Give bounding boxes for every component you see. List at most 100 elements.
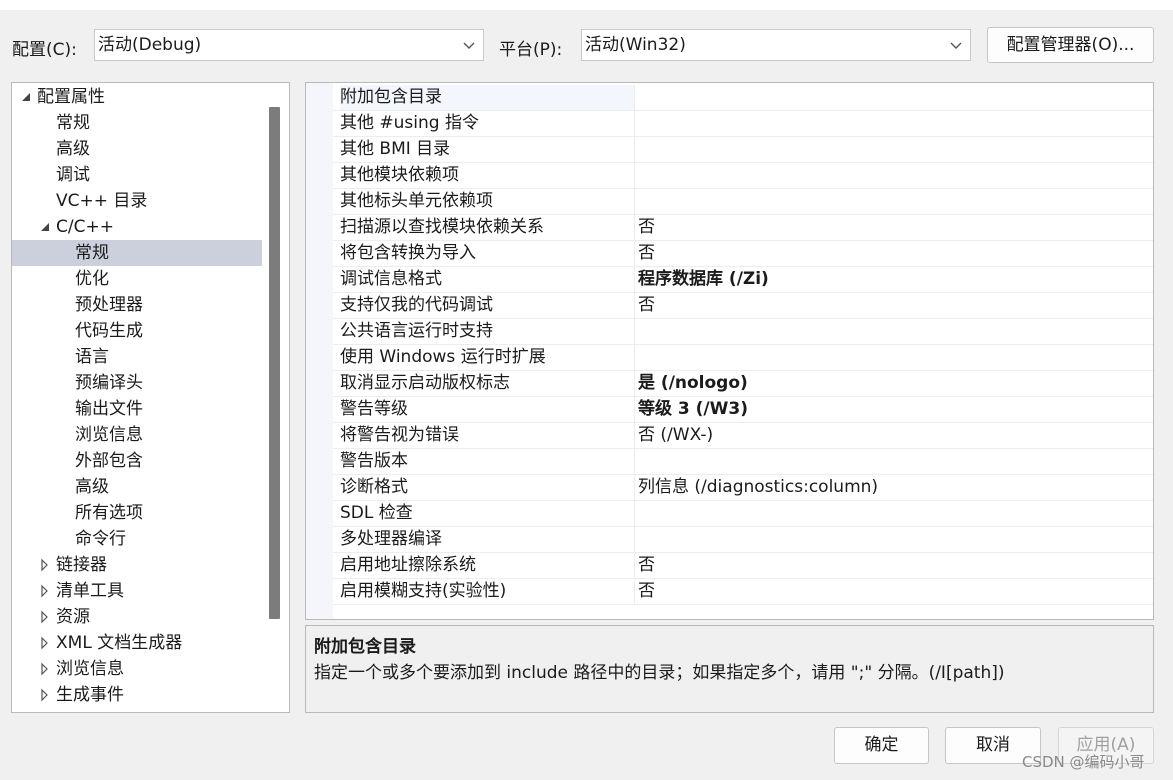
tree-item[interactable]: 浏览信息 [12,656,262,682]
tree-item-label: 清单工具 [56,581,124,601]
tree-item[interactable]: 高级 [12,474,262,500]
tree-item[interactable]: 浏览信息 [12,422,262,448]
property-row[interactable]: 取消显示启动版权标志 是 (/nologo) [333,371,1153,397]
tree-item[interactable]: 优化 [12,266,262,292]
tree-item[interactable]: 常规 [12,110,262,136]
tree-item[interactable]: 所有选项 [12,500,262,526]
tree-item[interactable]: 输出文件 [12,396,262,422]
tree-item[interactable]: 预处理器 [12,292,262,318]
property-row[interactable]: 其他标头单元依赖项 [333,189,1153,215]
property-value[interactable]: 否 [638,215,655,240]
property-row[interactable]: 警告等级 等级 3 (/W3) [333,397,1153,423]
collapsed-caret-icon[interactable] [39,656,51,682]
property-row[interactable]: 将警告视为错误 否 (/WX-) [333,423,1153,449]
property-row[interactable]: 公共语言运行时支持 [333,319,1153,345]
column-separator [634,85,635,110]
property-value[interactable]: 否 [638,579,655,604]
column-separator [634,397,635,422]
tree-item[interactable]: 外部包含 [12,448,262,474]
property-value[interactable]: 等级 3 (/W3) [638,397,748,422]
property-value[interactable]: 列信息 (/diagnostics:column) [638,475,878,500]
property-row[interactable]: 其他模块依赖项 [333,163,1153,189]
property-name: 将包含转换为导入 [340,243,476,263]
collapsed-caret-icon[interactable] [39,682,51,708]
property-name: 将警告视为错误 [340,425,459,445]
tree-item-label: 优化 [75,269,109,289]
tree-item[interactable]: 配置属性 [12,84,262,110]
property-row[interactable]: SDL 检查 [333,501,1153,527]
property-row[interactable]: 其他 #using 指令 [333,111,1153,137]
chevron-down-icon [463,42,475,49]
tree-item[interactable]: 高级 [12,136,262,162]
tree-item[interactable]: 清单工具 [12,578,262,604]
tree-item[interactable]: 生成事件 [12,682,262,708]
expanded-caret-icon[interactable] [20,84,32,110]
tree-scrollbar-thumb[interactable] [269,107,280,619]
tree-item[interactable]: 链接器 [12,552,262,578]
property-row[interactable]: 警告版本 [333,449,1153,475]
property-name: 诊断格式 [340,477,408,497]
property-row[interactable]: 诊断格式 列信息 (/diagnostics:column) [333,475,1153,501]
property-row[interactable]: 调试信息格式 程序数据库 (/Zi) [333,267,1153,293]
collapsed-caret-icon[interactable] [39,552,51,578]
property-row[interactable]: 多处理器编译 [333,527,1153,553]
property-grid[interactable]: 附加包含目录 其他 #using 指令 其他 BMI 目录其他模块依赖项 其他标头单元… [305,82,1154,620]
tree-item[interactable]: 命令行 [12,526,262,552]
column-separator [634,293,635,318]
collapsed-caret-icon[interactable] [39,604,51,630]
property-row[interactable]: 使用 Windows 运行时扩展 [333,345,1153,371]
property-row[interactable]: 支持仅我的代码调试 否 [333,293,1153,319]
tree-item-label: 浏览信息 [56,659,124,679]
tree-item[interactable]: 代码生成 [12,318,262,344]
column-separator [634,371,635,396]
column-separator [634,163,635,188]
tree-item[interactable]: C/C++ [12,214,262,240]
configuration-manager-button[interactable]: 配置管理器(O)... [987,27,1154,63]
property-value[interactable]: 程序数据库 (/Zi) [638,267,769,292]
tree-item-label: 所有选项 [75,503,143,523]
tree-item[interactable]: 预编译头 [12,370,262,396]
ok-button[interactable]: 确定 [834,727,929,764]
platform-combobox[interactable]: 活动(Win32) [581,29,971,61]
property-value[interactable]: 否 (/WX-) [638,423,713,448]
tree-item[interactable]: 资源 [12,604,262,630]
property-name: 其他 #using 指令 [340,113,479,133]
tree-item-label: 资源 [56,607,90,627]
property-row[interactable]: 启用地址擦除系统 否 [333,553,1153,579]
property-value[interactable]: 否 [638,553,655,578]
watermark: CSDN @编码小哥 [1022,753,1145,771]
tree-item-label: 常规 [75,243,109,263]
collapsed-caret-icon[interactable] [39,578,51,604]
tree-item-label: C/C++ [56,217,114,237]
tree-item-label: 高级 [75,477,109,497]
column-separator [634,579,635,604]
property-tree[interactable]: 配置属性 常规 高级 调试 VC++ 目录 C/C++ 常规 优化 预处理器 代码生成 语言 预编译头… [11,82,290,713]
property-row[interactable]: 其他 BMI 目录 [333,137,1153,163]
description-title: 附加包含目录 [314,637,416,657]
property-name: 公共语言运行时支持 [340,321,493,341]
property-value[interactable]: 否 [638,241,655,266]
property-value[interactable]: 否 [638,293,655,318]
property-value[interactable]: 是 (/nologo) [638,371,748,396]
column-separator [634,111,635,136]
collapsed-caret-icon[interactable] [39,630,51,656]
tree-item-label: 生成事件 [56,685,124,705]
property-row[interactable]: 扫描源以查找模块依赖关系 否 [333,215,1153,241]
platform-label: 平台(P): [499,40,563,60]
tree-item[interactable]: 常规 [12,240,262,266]
config-combobox[interactable]: 活动(Debug) [94,29,484,61]
tree-item[interactable]: 调试 [12,162,262,188]
property-name: 其他标头单元依赖项 [340,191,493,211]
column-separator [634,527,635,552]
tree-item[interactable]: 语言 [12,344,262,370]
property-row[interactable]: 附加包含目录 [333,85,1153,111]
tree-item[interactable]: VC++ 目录 [12,188,262,214]
property-row[interactable]: 将包含转换为导入 否 [333,241,1153,267]
tree-item-label: 配置属性 [37,87,105,107]
tree-item[interactable]: XML 文档生成器 [12,630,262,656]
tree-item-label: VC++ 目录 [56,191,148,211]
tree-item-label: 预处理器 [75,295,143,315]
property-row[interactable]: 启用模糊支持(实验性) 否 [333,579,1153,605]
property-name: 其他 BMI 目录 [340,139,451,159]
expanded-caret-icon[interactable] [39,214,51,240]
